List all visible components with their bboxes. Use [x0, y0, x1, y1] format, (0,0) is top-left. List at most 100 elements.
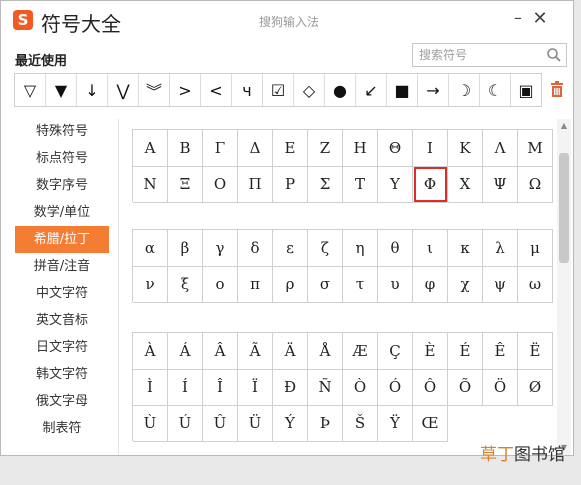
symbol-cell[interactable]: Ã	[238, 333, 273, 370]
sidebar-item[interactable]: 标点符号	[15, 145, 109, 172]
symbol-cell[interactable]: Γ	[203, 130, 238, 167]
symbol-cell[interactable]: Α	[133, 130, 168, 167]
sidebar-item[interactable]: 拼音/注音	[15, 253, 109, 280]
search-icon[interactable]	[546, 47, 562, 63]
recent-symbol[interactable]: ▼	[46, 74, 77, 106]
symbol-cell[interactable]: Ä	[273, 333, 308, 370]
symbol-cell[interactable]: Í	[168, 369, 203, 406]
symbol-cell[interactable]: Ó	[378, 369, 413, 406]
symbol-cell[interactable]: Ω	[518, 166, 553, 203]
symbol-cell[interactable]: Á	[168, 333, 203, 370]
symbol-search[interactable]	[412, 43, 567, 67]
symbol-cell[interactable]: Ñ	[308, 369, 343, 406]
title-bar[interactable]: S 符号大全 搜狗输入法 – ✕	[1, 1, 573, 39]
symbol-cell[interactable]: ξ	[168, 266, 203, 303]
symbol-cell[interactable]: À	[133, 333, 168, 370]
symbol-cell[interactable]: Υ	[378, 166, 413, 203]
sidebar-item[interactable]: 中文字符	[15, 280, 109, 307]
symbol-cell[interactable]: ν	[133, 266, 168, 303]
symbol-cell[interactable]: Â	[203, 333, 238, 370]
sidebar-item[interactable]: 日文字符	[15, 334, 109, 361]
symbol-cell[interactable]: Ô	[413, 369, 448, 406]
symbol-cell[interactable]: Ξ	[168, 166, 203, 203]
sidebar-item[interactable]: 俄文字母	[15, 388, 109, 415]
recent-symbol[interactable]: ⋁	[108, 74, 139, 106]
symbol-cell[interactable]: γ	[203, 230, 238, 267]
recent-symbol[interactable]: ☑	[263, 74, 294, 106]
symbol-cell[interactable]: Ø	[518, 369, 553, 406]
symbol-cell[interactable]: Ë	[518, 333, 553, 370]
symbol-cell[interactable]: φ	[413, 266, 448, 303]
symbol-cell[interactable]: Î	[203, 369, 238, 406]
symbol-cell[interactable]: Ι	[413, 130, 448, 167]
symbol-cell[interactable]: μ	[518, 230, 553, 267]
symbol-cell[interactable]: ι	[413, 230, 448, 267]
symbol-cell[interactable]: π	[238, 266, 273, 303]
symbol-cell[interactable]: Κ	[448, 130, 483, 167]
recent-symbol[interactable]: ч	[232, 74, 263, 106]
symbol-cell[interactable]: Ê	[483, 333, 518, 370]
symbol-cell[interactable]: Π	[238, 166, 273, 203]
recent-symbol[interactable]: ☽	[449, 74, 480, 106]
symbol-cell[interactable]: θ	[378, 230, 413, 267]
recent-symbol[interactable]: ↙	[356, 74, 387, 106]
scrollbar-thumb[interactable]	[559, 153, 569, 263]
symbol-cell[interactable]: Å	[308, 333, 343, 370]
symbol-cell[interactable]: Þ	[308, 405, 343, 442]
sidebar-item[interactable]: 英文音标	[15, 307, 109, 334]
symbol-cell[interactable]: η	[343, 230, 378, 267]
trash-icon[interactable]	[550, 81, 564, 97]
symbol-cell[interactable]: Η	[343, 130, 378, 167]
symbol-cell[interactable]: ρ	[273, 266, 308, 303]
recent-symbol[interactable]: ■	[387, 74, 418, 106]
symbol-cell[interactable]: Ý	[273, 405, 308, 442]
symbol-cell[interactable]: Û	[203, 405, 238, 442]
recent-symbol[interactable]: ●	[325, 74, 356, 106]
symbol-cell[interactable]: Λ	[483, 130, 518, 167]
symbol-cell[interactable]: Χ	[448, 166, 483, 203]
recent-symbol[interactable]: ▽	[15, 74, 46, 106]
symbol-cell[interactable]: Μ	[518, 130, 553, 167]
symbol-cell[interactable]: Σ	[308, 166, 343, 203]
symbol-cell[interactable]: χ	[448, 266, 483, 303]
symbol-cell[interactable]: Š	[343, 405, 378, 442]
symbol-cell[interactable]: Ç	[378, 333, 413, 370]
symbol-cell[interactable]: Ο	[203, 166, 238, 203]
symbol-cell[interactable]: ε	[273, 230, 308, 267]
symbol-cell[interactable]: Ε	[273, 130, 308, 167]
symbol-cell[interactable]: Φ	[413, 166, 448, 203]
symbol-cell[interactable]: ψ	[483, 266, 518, 303]
symbol-cell[interactable]: È	[413, 333, 448, 370]
symbol-cell[interactable]: ο	[203, 266, 238, 303]
recent-symbol[interactable]: ☾	[480, 74, 511, 106]
symbol-cell[interactable]: ω	[518, 266, 553, 303]
symbol-cell[interactable]: Β	[168, 130, 203, 167]
sidebar-item[interactable]: 希腊/拉丁	[15, 226, 109, 253]
recent-symbol[interactable]: <	[201, 74, 232, 106]
symbol-cell[interactable]: Œ	[413, 405, 448, 442]
symbol-cell[interactable]: Ρ	[273, 166, 308, 203]
recent-symbol[interactable]: ︾	[139, 74, 170, 106]
symbol-cell[interactable]: É	[448, 333, 483, 370]
symbol-cell[interactable]: Ð	[273, 369, 308, 406]
symbol-cell[interactable]: δ	[238, 230, 273, 267]
sidebar-item[interactable]: 数字序号	[15, 172, 109, 199]
symbol-cell[interactable]: υ	[378, 266, 413, 303]
minimize-button[interactable]: –	[509, 10, 527, 29]
sidebar-item[interactable]: 制表符	[15, 415, 109, 442]
symbol-cell[interactable]: Ü	[238, 405, 273, 442]
symbol-cell[interactable]: Ÿ	[378, 405, 413, 442]
symbol-cell[interactable]: Ú	[168, 405, 203, 442]
search-input[interactable]	[413, 44, 549, 66]
close-button[interactable]: ✕	[531, 10, 549, 29]
symbol-cell[interactable]: Õ	[448, 369, 483, 406]
sidebar-item[interactable]: 韩文字符	[15, 361, 109, 388]
symbol-cell[interactable]: Ö	[483, 369, 518, 406]
symbol-cell[interactable]: Δ	[238, 130, 273, 167]
symbol-cell[interactable]: ζ	[308, 230, 343, 267]
symbol-cell[interactable]: Ν	[133, 166, 168, 203]
symbol-cell[interactable]: Θ	[378, 130, 413, 167]
sidebar-item[interactable]: 特殊符号	[15, 118, 109, 145]
symbol-cell[interactable]: α	[133, 230, 168, 267]
symbol-cell[interactable]: Ï	[238, 369, 273, 406]
